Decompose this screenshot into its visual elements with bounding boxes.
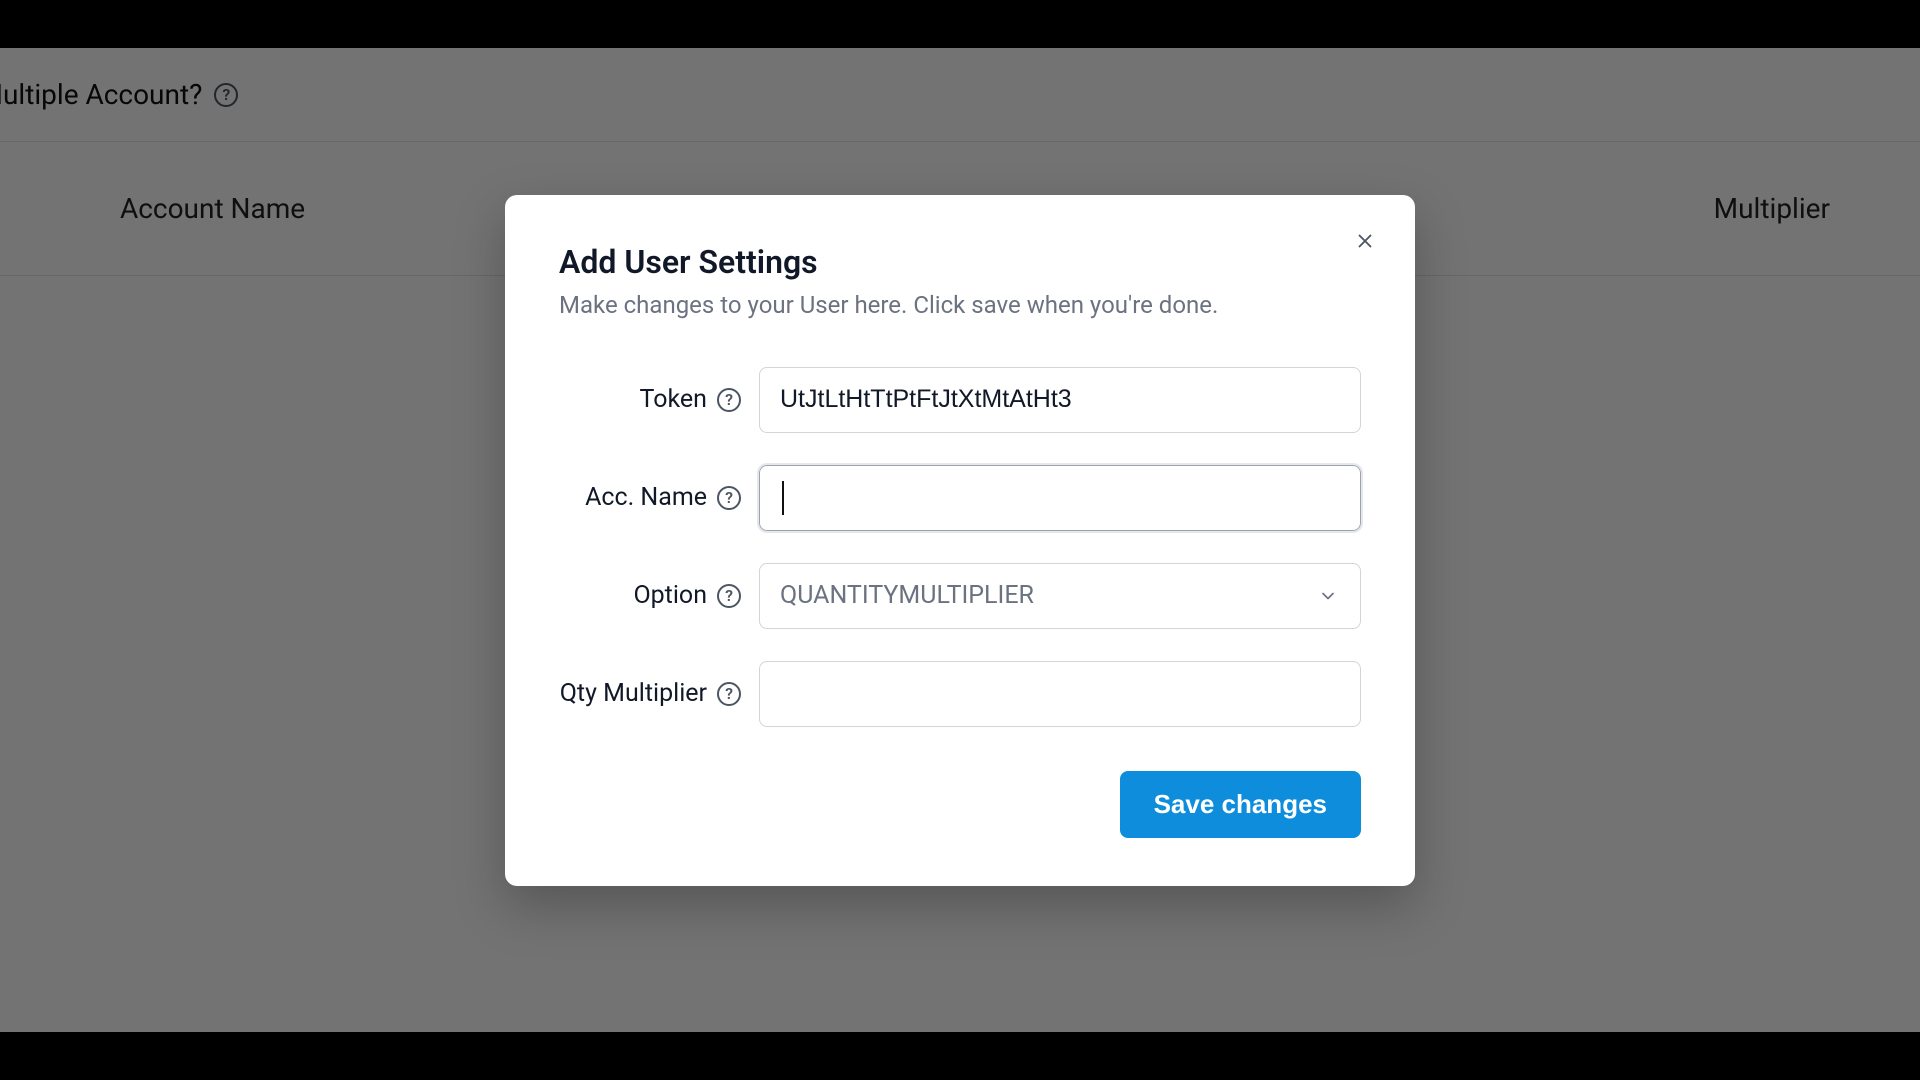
option-selected-value: QUANTITYMULTIPLIER xyxy=(780,581,1034,610)
acc-name-input[interactable] xyxy=(759,465,1361,531)
help-icon[interactable]: ? xyxy=(717,486,741,510)
qty-multiplier-row: Qty Multiplier ? xyxy=(559,661,1361,727)
letterbox-top xyxy=(0,0,1920,48)
letterbox-bottom xyxy=(0,1032,1920,1080)
help-icon[interactable]: ? xyxy=(717,388,741,412)
qty-multiplier-input[interactable] xyxy=(759,661,1361,727)
token-row: Token ? xyxy=(559,367,1361,433)
option-select[interactable]: QUANTITYMULTIPLIER xyxy=(759,563,1361,629)
modal-overlay[interactable]: Add User Settings Make changes to your U… xyxy=(0,48,1920,1032)
option-row: Option ? QUANTITYMULTIPLIER xyxy=(559,563,1361,629)
modal-title: Add User Settings xyxy=(559,243,1361,281)
add-user-settings-modal: Add User Settings Make changes to your U… xyxy=(505,195,1415,886)
save-changes-button[interactable]: Save changes xyxy=(1120,771,1361,838)
text-cursor xyxy=(782,481,784,515)
acc-name-row: Acc. Name ? xyxy=(559,465,1361,531)
qty-multiplier-label: Qty Multiplier xyxy=(560,678,707,709)
page-background: dd Multiple Account? ? Account Name Mult… xyxy=(0,48,1920,1032)
help-icon[interactable]: ? xyxy=(717,584,741,608)
chevron-down-icon xyxy=(1318,586,1338,606)
option-label: Option xyxy=(633,580,707,611)
token-input[interactable] xyxy=(759,367,1361,433)
close-icon xyxy=(1354,230,1376,252)
token-label: Token xyxy=(640,384,707,415)
modal-subtitle: Make changes to your User here. Click sa… xyxy=(559,291,1361,319)
modal-actions: Save changes xyxy=(559,771,1361,838)
close-button[interactable] xyxy=(1345,221,1385,261)
acc-name-label: Acc. Name xyxy=(585,482,707,513)
help-icon[interactable]: ? xyxy=(717,682,741,706)
